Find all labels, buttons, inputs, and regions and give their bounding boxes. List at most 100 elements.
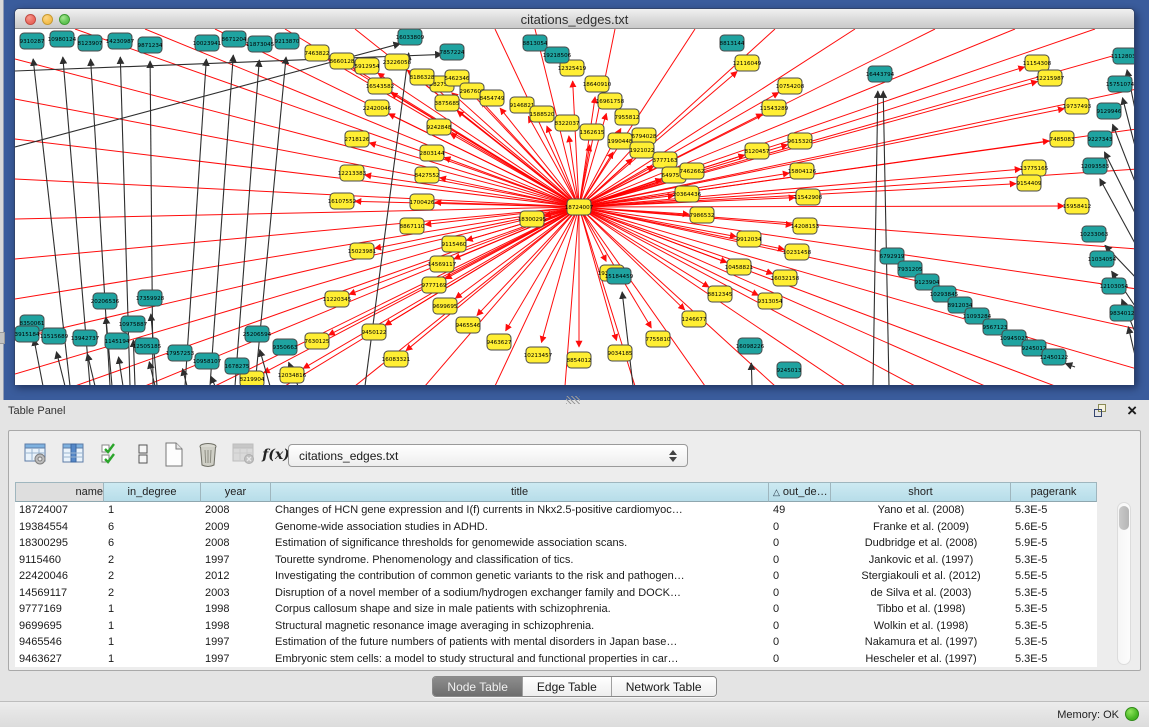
panel-edge-grip[interactable]: [0, 332, 5, 344]
graph-edge-black[interactable]: [1122, 98, 1134, 154]
table-row[interactable]: 2242004622012Investigating the contribut…: [15, 568, 1097, 585]
select-rows-icon[interactable]: [99, 442, 125, 470]
graph-node[interactable]: 1700426: [410, 194, 435, 210]
graph-node[interactable]: 13775165: [1020, 160, 1049, 176]
graph-node[interactable]: 9245013: [777, 362, 802, 378]
graph-edge-black[interactable]: [873, 91, 878, 385]
graph-node[interactable]: 9242848: [427, 119, 452, 135]
table-selector[interactable]: citations_edges.txt: [288, 444, 688, 467]
graph-node[interactable]: 10213457: [524, 347, 553, 363]
graph-node[interactable]: 9154409: [1017, 175, 1042, 191]
graph-edge-black[interactable]: [883, 91, 889, 385]
graph-node[interactable]: 8812345: [708, 286, 733, 302]
graph-node[interactable]: 14569117: [428, 256, 457, 272]
graph-edge-red[interactable]: [454, 207, 579, 259]
graph-edge-red[interactable]: [579, 97, 595, 207]
graph-node[interactable]: 18300295: [518, 211, 547, 227]
graph-node[interactable]: 12213383: [338, 165, 367, 181]
graph-edge-red[interactable]: [579, 207, 705, 385]
tab-edge-table[interactable]: Edge Table: [523, 677, 612, 696]
table-row[interactable]: 1872400712008Changes of HCN gene express…: [15, 502, 1097, 519]
graph-node[interactable]: 19737493: [1063, 98, 1092, 114]
graph-node[interactable]: 8123907: [78, 35, 103, 51]
graph-node[interactable]: 8660128: [330, 53, 355, 69]
graph-node[interactable]: 7630125: [305, 333, 330, 349]
graph-node[interactable]: 5912954: [355, 58, 380, 74]
graph-node[interactable]: 23226058: [383, 54, 412, 70]
graph-node[interactable]: 1921022: [630, 142, 655, 158]
graph-node[interactable]: 18640910: [583, 76, 612, 92]
graph-node[interactable]: 9129946: [1097, 103, 1122, 119]
tab-network-table[interactable]: Network Table: [612, 677, 716, 696]
show-columns-icon[interactable]: [61, 442, 87, 470]
memory-status-indicator[interactable]: [1125, 707, 1139, 721]
graph-node[interactable]: 1362615: [580, 124, 605, 140]
graph-node[interactable]: 9871234: [138, 37, 163, 53]
table-row[interactable]: 946554611997Estimation of the future num…: [15, 634, 1097, 651]
column-header-title[interactable]: title: [271, 482, 769, 502]
table-mode-icon[interactable]: [23, 442, 49, 470]
graph-node[interactable]: 25206594: [243, 326, 272, 342]
graph-node[interactable]: 15804126: [788, 163, 817, 179]
column-header-short[interactable]: short: [831, 482, 1011, 502]
graph-node[interactable]: 14208153: [791, 218, 820, 234]
graph-node[interactable]: 10754208: [776, 78, 805, 94]
graph-node[interactable]: 11542908: [794, 189, 823, 205]
graph-node[interactable]: 16443794: [866, 66, 895, 82]
graph-node[interactable]: 8454749: [480, 90, 505, 106]
graph-edge-black[interactable]: [185, 59, 206, 385]
graph-edge-black[interactable]: [622, 292, 633, 385]
graph-edge-black[interactable]: [1113, 124, 1134, 187]
graph-node[interactable]: 7485083: [1050, 131, 1075, 147]
tab-node-table[interactable]: Node Table: [433, 677, 523, 696]
graph-edge-black[interactable]: [1065, 363, 1075, 367]
graph-node[interactable]: 8186328: [410, 69, 435, 85]
graph-node[interactable]: 1678275: [225, 358, 250, 374]
graph-node[interactable]: 16083321: [382, 351, 411, 367]
graph-edge-red[interactable]: [450, 133, 579, 207]
graph-node[interactable]: 10233063: [1080, 226, 1109, 242]
table-row[interactable]: 1830029562008Estimation of significance …: [15, 535, 1097, 552]
graph-node[interactable]: 16033809: [396, 29, 425, 45]
graph-node[interactable]: 2803144: [420, 145, 445, 161]
graph-node[interactable]: 9777169: [422, 277, 447, 293]
float-panel-icon[interactable]: [1094, 404, 1109, 418]
graph-node[interactable]: 10980124: [48, 31, 77, 47]
graph-node[interactable]: 7986532: [690, 207, 715, 223]
graph-node[interactable]: 8813054: [523, 35, 548, 51]
graph-node[interactable]: 8867110: [400, 218, 425, 234]
graph-node[interactable]: 9115460: [442, 236, 467, 252]
table-row[interactable]: 1938455462009Genome-wide association stu…: [15, 519, 1097, 536]
graph-node[interactable]: 9310287: [20, 33, 45, 49]
graph-node[interactable]: 9465546: [456, 317, 481, 333]
graph-node[interactable]: 9834012: [1110, 305, 1134, 321]
graph-node[interactable]: 13942737: [71, 330, 100, 346]
graph-edge-black[interactable]: [119, 357, 123, 385]
function-builder-icon[interactable]: f(x): [261, 447, 291, 475]
graph-node[interactable]: 9912034: [737, 231, 762, 247]
graph-node[interactable]: 1246677: [682, 311, 707, 327]
graph-edge-black[interactable]: [34, 339, 43, 385]
graph-node[interactable]: 10975887: [119, 316, 148, 332]
graph-node[interactable]: 3915184: [15, 326, 40, 342]
graph-edge-black[interactable]: [751, 363, 752, 385]
graph-node[interactable]: 20364436: [673, 186, 702, 202]
close-panel-icon[interactable]: ×: [1127, 401, 1137, 421]
graph-edge-red[interactable]: [579, 207, 1134, 249]
graph-edge-black[interactable]: [149, 362, 155, 385]
graph-node[interactable]: 10231458: [783, 244, 812, 260]
graph-node[interactable]: 16961758: [596, 93, 625, 109]
graph-node[interactable]: 9227343: [1088, 131, 1113, 147]
graph-node[interactable]: 11873045: [246, 36, 275, 52]
graph-node[interactable]: 8813144: [720, 35, 745, 51]
graph-node[interactable]: 10023941: [193, 35, 222, 51]
table-row[interactable]: 977716911998Corpus callosum shape and si…: [15, 601, 1097, 618]
column-header-in_degree[interactable]: in_degree: [104, 482, 201, 502]
graph-node[interactable]: 7462662: [680, 163, 705, 179]
graph-edge-black[interactable]: [56, 352, 65, 385]
graph-node[interactable]: 12450122: [1040, 349, 1068, 365]
graph-node[interactable]: 15184459: [605, 268, 634, 284]
graph-node[interactable]: 9350663: [273, 339, 298, 355]
graph-node[interactable]: 8854012: [567, 352, 592, 368]
graph-node[interactable]: 11154308: [1023, 55, 1052, 71]
